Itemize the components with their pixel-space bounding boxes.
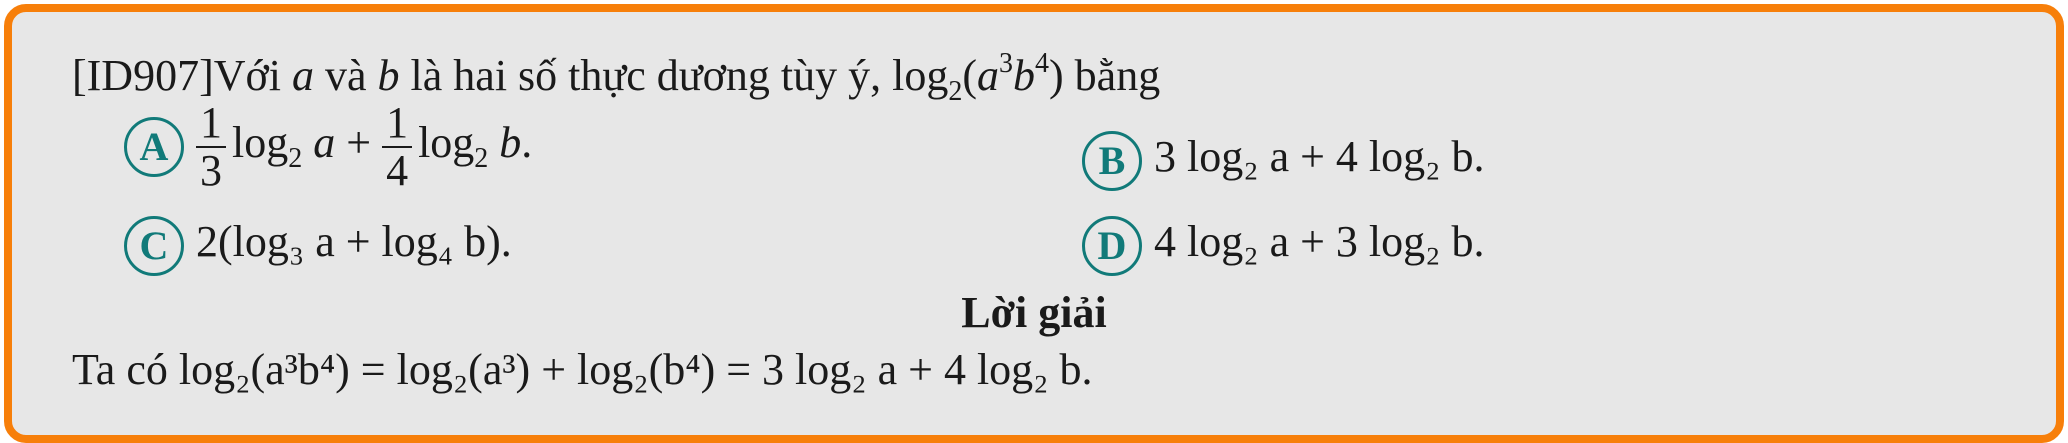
- question-stem: [ID907]Với a và b là hai số thực dương t…: [72, 48, 1161, 107]
- option-b[interactable]: B3 log₂ a + 4 log₂ b.: [1082, 131, 1484, 191]
- fraction-one-quarter: 14: [382, 99, 413, 194]
- option-a[interactable]: A 1 3 log2 a + 1 4 log2 b.: [124, 99, 532, 194]
- solution-text: Ta có log₂(a³b⁴) = log₂(a³) + log₂(b⁴) =…: [72, 345, 1093, 394]
- option-d[interactable]: D4 log₂ a + 3 log₂ b.: [1082, 216, 1484, 276]
- option-d-text: 4 log₂ a + 3 log₂ b.: [1154, 217, 1485, 267]
- solution-title: Lời giải: [961, 288, 1107, 337]
- question-expression: log2(a3b4): [892, 48, 1064, 107]
- question-id: [ID907]: [72, 51, 214, 100]
- fraction-one-third: 13: [196, 99, 226, 194]
- option-b-badge: B: [1082, 131, 1142, 191]
- option-a-badge: A: [124, 117, 184, 178]
- option-b-text: 3 log₂ a + 4 log₂ b.: [1154, 132, 1485, 182]
- option-d-badge: D: [1082, 216, 1142, 276]
- option-c-badge: C: [124, 216, 184, 276]
- option-c[interactable]: C 2(log₃ a + log₄ b).: [124, 216, 512, 276]
- option-c-text: 2(log₃ a + log₄ b).: [196, 217, 512, 267]
